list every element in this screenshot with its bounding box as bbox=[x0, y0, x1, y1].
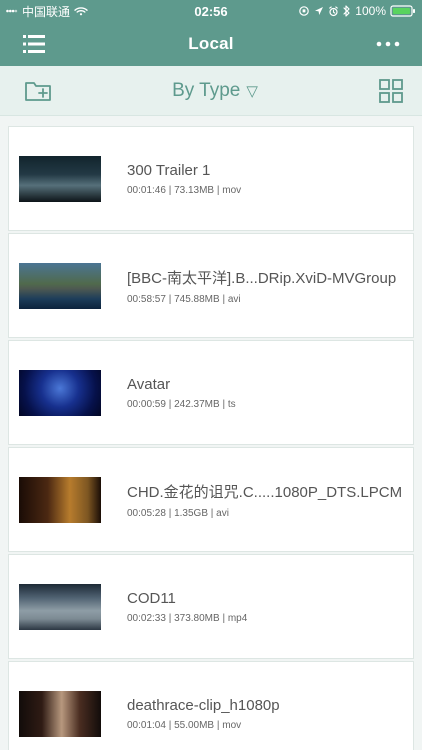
video-thumbnail bbox=[19, 476, 101, 523]
video-meta: COD11 00:02:33 | 373.80MB | mp4 bbox=[127, 590, 247, 624]
video-title: COD11 bbox=[127, 589, 176, 607]
status-bar: 中国联通 02:56 100% bbox=[0, 0, 422, 22]
video-meta: 300 Trailer 1 00:01:46 | 73.13MB | mov bbox=[127, 162, 241, 196]
sort-label: By Type bbox=[172, 79, 241, 101]
video-thumbnail bbox=[19, 155, 101, 202]
list-item[interactable]: Avatar 00:00:59 | 242.37MB | ts bbox=[8, 340, 414, 445]
video-title: CHD.金花的诅咒.C.....1080P_DTS.LPCM bbox=[127, 483, 403, 501]
video-details: 00:00:59 | 242.37MB | ts bbox=[127, 398, 236, 410]
page-title: Local bbox=[188, 34, 234, 53]
video-meta: [BBC-南太平洋].B...DRip.XviD-MVGroup 00:58:5… bbox=[127, 267, 396, 305]
video-title: 300 Trailer 1 bbox=[127, 161, 211, 179]
video-thumbnail bbox=[19, 690, 101, 737]
video-details: 00:01:46 | 73.13MB | mov bbox=[127, 184, 242, 196]
folder-plus-icon[interactable] bbox=[24, 79, 52, 103]
video-title: Avatar bbox=[127, 375, 171, 393]
list-item[interactable]: 300 Trailer 1 00:01:46 | 73.13MB | mov bbox=[8, 126, 414, 231]
video-thumbnail bbox=[19, 369, 101, 416]
grid-view-icon[interactable] bbox=[378, 78, 404, 104]
video-title: deathrace-clip_h1080p bbox=[127, 696, 280, 714]
video-details: 00:01:04 | 55.00MB | mov bbox=[127, 719, 242, 731]
list-item[interactable]: COD11 00:02:33 | 373.80MB | mp4 bbox=[8, 554, 414, 659]
video-details: 00:02:33 | 373.80MB | mp4 bbox=[127, 612, 248, 624]
video-meta: deathrace-clip_h1080p 00:01:04 | 55.00MB… bbox=[127, 697, 280, 731]
video-thumbnail bbox=[19, 262, 101, 309]
video-thumbnail bbox=[19, 583, 101, 630]
app-header: 中国联通 02:56 100% Local bbox=[0, 0, 422, 66]
status-time: 02:56 bbox=[194, 4, 228, 19]
list-item[interactable]: CHD.金花的诅咒.C.....1080P_DTS.LPCM 00:05:28 … bbox=[8, 447, 414, 552]
toolbar: By Type ▽ bbox=[0, 66, 422, 116]
sort-dropdown-icon: ▽ bbox=[246, 82, 258, 100]
menu-list-icon[interactable] bbox=[22, 33, 46, 55]
video-details: 00:58:57 | 745.88MB | avi bbox=[127, 293, 241, 305]
video-meta: Avatar 00:00:59 | 242.37MB | ts bbox=[127, 376, 236, 410]
more-dots-icon[interactable] bbox=[376, 41, 400, 47]
video-title: [BBC-南太平洋].B...DRip.XviD-MVGroup bbox=[127, 269, 397, 287]
video-list: 300 Trailer 1 00:01:46 | 73.13MB | mov [… bbox=[0, 116, 422, 750]
video-details: 00:05:28 | 1.35GB | avi bbox=[127, 507, 229, 519]
list-item[interactable]: deathrace-clip_h1080p 00:01:04 | 55.00MB… bbox=[8, 661, 414, 750]
video-meta: CHD.金花的诅咒.C.....1080P_DTS.LPCM 00:05:28 … bbox=[127, 481, 402, 519]
sort-dropdown[interactable]: By Type ▽ bbox=[172, 80, 258, 102]
navigation-bar: Local bbox=[0, 22, 422, 66]
list-item[interactable]: [BBC-南太平洋].B...DRip.XviD-MVGroup 00:58:5… bbox=[8, 233, 414, 338]
